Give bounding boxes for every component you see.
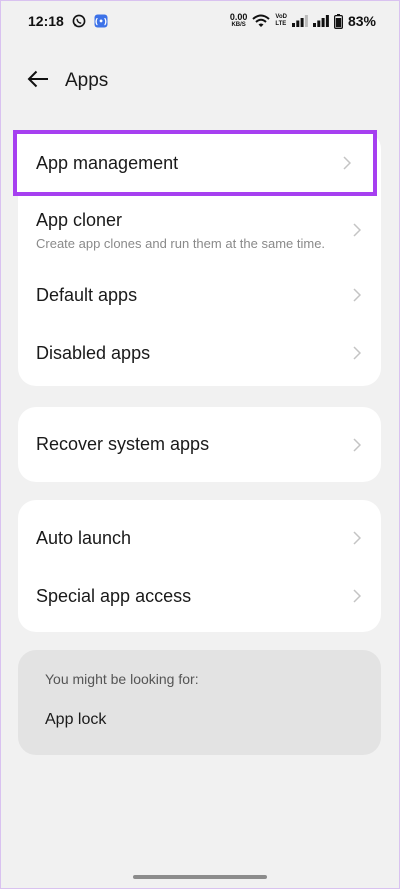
status-time: 12:18 xyxy=(28,13,64,29)
suggestion-app-lock-link[interactable]: App lock xyxy=(45,711,106,729)
app-cloner-row[interactable]: App cloner Create app clones and run the… xyxy=(18,199,381,261)
battery-percent: 83% xyxy=(347,13,376,29)
disabled-apps-row[interactable]: Disabled apps xyxy=(18,324,381,382)
battery-icon xyxy=(333,13,343,29)
chevron-right-icon xyxy=(351,437,363,453)
network-speed-unit: KB/S xyxy=(231,22,246,28)
volte-top: VoD xyxy=(275,14,287,20)
signal-icon xyxy=(312,15,329,27)
svg-text:(•): (•) xyxy=(95,17,107,26)
chevron-right-icon xyxy=(341,155,353,171)
auto-launch-row[interactable]: Auto launch xyxy=(18,509,381,567)
chevron-right-icon xyxy=(351,222,363,238)
whatsapp-icon xyxy=(72,14,86,28)
row-label: Auto launch xyxy=(36,527,132,548)
row-label: Special app access xyxy=(36,585,192,606)
row-subtitle: Create app clones and run them at the sa… xyxy=(36,235,326,251)
wifi-icon xyxy=(252,14,271,28)
back-button[interactable] xyxy=(20,63,56,99)
app-header: Apps xyxy=(0,60,400,102)
status-bar: 12:18 (•) 0.00 KB/S VoD LTE 83% xyxy=(0,0,400,42)
app-management-row[interactable]: App management xyxy=(18,134,373,192)
suggestions-card: You might be looking for: App lock xyxy=(18,650,381,755)
chevron-right-icon xyxy=(351,530,363,546)
chevron-right-icon xyxy=(351,287,363,303)
default-apps-row[interactable]: Default apps xyxy=(18,266,381,324)
row-label: App cloner xyxy=(36,209,123,230)
gesture-navigation-bar[interactable] xyxy=(133,875,267,879)
app-notification-icon: (•) xyxy=(94,14,108,28)
launch-access-group: Auto launch Special app access xyxy=(18,500,381,632)
chevron-right-icon xyxy=(351,345,363,361)
page-title: Apps xyxy=(65,70,109,91)
chevron-right-icon xyxy=(351,588,363,604)
signal-icon xyxy=(291,15,308,27)
network-speed: 0.00 KB/S xyxy=(230,13,248,29)
network-speed-value: 0.00 xyxy=(229,12,248,22)
volte-bottom: LTE xyxy=(275,21,287,27)
row-label: Default apps xyxy=(36,284,138,305)
suggestions-title: You might be looking for: xyxy=(45,671,199,687)
row-label: Recover system apps xyxy=(36,434,210,454)
arrow-left-icon xyxy=(27,70,49,93)
row-label: App management xyxy=(36,152,179,173)
recover-system-apps-row[interactable]: Recover system apps xyxy=(18,407,381,482)
special-app-access-row[interactable]: Special app access xyxy=(18,567,381,625)
row-label: Disabled apps xyxy=(36,342,151,363)
recover-apps-group: Recover system apps xyxy=(18,407,381,482)
volte-indicator: VoD LTE xyxy=(275,14,287,28)
